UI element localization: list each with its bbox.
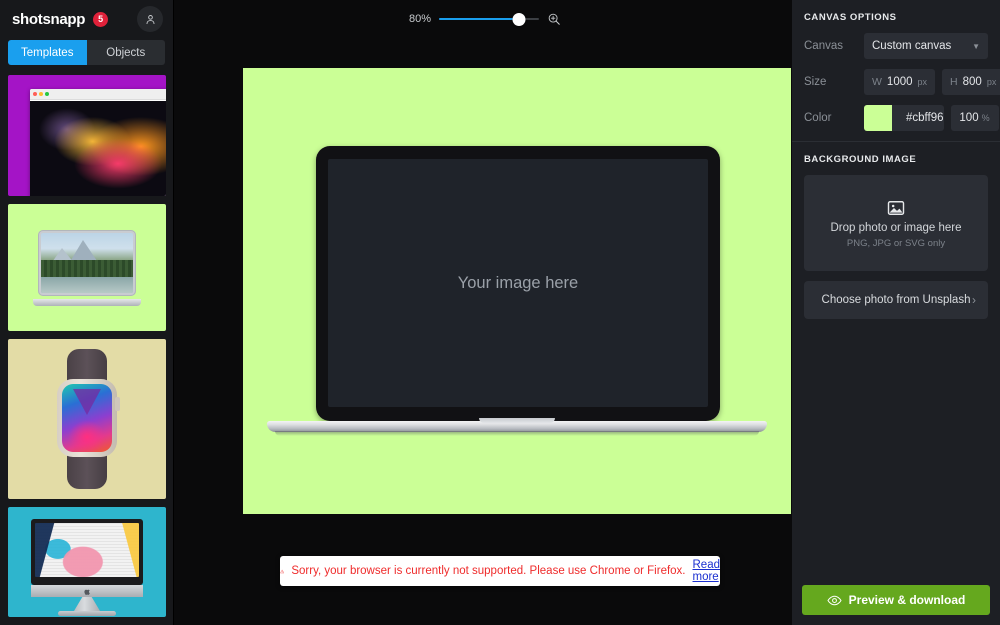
canvas-height-input[interactable]: H 800 px [942,69,1000,95]
download-bar: Preview & download [792,575,1000,625]
imac-chin [31,585,143,597]
zoom-slider-handle[interactable] [513,13,526,26]
macbook-base-shadow [275,431,759,436]
width-unit-label: px [918,77,928,87]
canvas-type-select[interactable]: Custom canvas ▼ [864,33,988,59]
template-item-imac-cyan-artwork[interactable] [8,507,166,617]
design-canvas[interactable]: Your image here [243,68,791,514]
canvas-type-value: Custom canvas [872,40,951,52]
opacity-value: 100 [959,112,978,124]
watch-screen-image [62,384,112,452]
user-icon [144,13,157,26]
imac-foot [58,611,116,616]
tab-templates[interactable]: Templates [8,40,87,65]
template-item-macbook-green-mountain[interactable] [8,204,166,331]
canvas-type-row: Canvas Custom canvas ▼ [792,33,1000,69]
color-fields: #cbff96 100 % [864,105,999,131]
dropzone-title: Drop photo or image here [830,222,961,234]
tab-objects[interactable]: Objects [87,40,166,65]
image-placeholder-icon [886,198,906,218]
lake-shape [41,277,133,293]
imac-thumbnail [31,519,143,605]
banner-message: Sorry, your browser is currently not sup… [291,565,685,577]
size-label: Size [804,76,856,88]
traffic-light-maximize-icon [45,92,49,96]
color-label: Color [804,112,856,124]
width-prefix-label: W [872,76,882,88]
macbook-mockup[interactable]: Your image here [267,146,767,436]
apple-logo-icon [84,587,91,596]
image-placeholder-label: Your image here [458,274,578,293]
canvas-size-row: Size W 1000 px H 800 px [792,69,1000,105]
template-item-apple-watch-khaki[interactable] [8,339,166,499]
canvas-opacity-input[interactable]: 100 % [951,105,999,131]
background-image-title: BACKGROUND IMAGE [792,142,1000,175]
warning-triangle-icon [280,565,284,578]
dropzone-subtitle: PNG, JPG or SVG only [847,238,945,249]
canvas-width-value: 1000 [887,76,913,88]
template-list [0,75,173,625]
traffic-light-close-icon [33,92,37,96]
zoom-slider-fill [439,18,519,20]
sidebar-header: shotsnapp 5 [0,0,173,38]
background-image-dropzone[interactable]: Drop photo or image here PNG, JPG or SVG… [804,175,988,271]
imac-stand [74,597,100,611]
download-button-label: Preview & download [849,593,966,607]
treeline-shape [41,260,133,277]
chevron-right-icon: › [972,293,976,307]
watch-digital-crown [115,397,120,411]
macbook-base [33,299,141,306]
color-hex-value: #cbff96 [897,112,944,124]
opacity-unit-label: % [982,113,990,123]
canvas-width-input[interactable]: W 1000 px [864,69,935,95]
height-prefix-label: H [950,76,958,88]
preview-download-button[interactable]: Preview & download [802,585,990,615]
canvas-color-input[interactable]: #cbff96 [864,105,944,131]
right-panel: CANVAS OPTIONS Canvas Custom canvas ▼ Si… [792,0,1000,625]
app-root: shotsnapp 5 Templates Objects [0,0,1000,625]
macbook-screen-area[interactable]: Your image here [328,159,708,407]
height-unit-label: px [987,77,997,87]
canvas-options-title: CANVAS OPTIONS [792,0,1000,33]
zoom-slider[interactable] [439,12,539,26]
chevron-down-icon: ▼ [972,42,980,51]
browser-content [30,101,166,196]
account-avatar-button[interactable] [137,6,163,32]
macbook-base-large [267,418,767,436]
choose-unsplash-photo-button[interactable]: Choose photo from Unsplash › [804,281,988,319]
browser-titlebar [30,89,166,100]
eye-icon [827,593,842,608]
traffic-light-minimize-icon [39,92,43,96]
macbook-thumbnail [33,230,141,306]
sidebar-tabs: Templates Objects [0,40,173,65]
banner-read-more-link[interactable]: Read more [693,559,721,583]
app-logo[interactable]: shotsnapp [12,11,85,28]
left-sidebar: shotsnapp 5 Templates Objects [0,0,174,625]
apple-watch-thumbnail [55,349,119,489]
canvas-label: Canvas [804,40,856,52]
imac-screen-image [35,523,139,577]
macbook-lid-large: Your image here [316,146,720,421]
size-fields: W 1000 px H 800 px [864,69,1000,95]
unsplash-button-label: Choose photo from Unsplash [822,294,971,306]
zoom-toolbar: 80% [174,0,792,38]
macbook-screen-image [41,233,133,293]
color-swatch[interactable] [864,105,892,131]
center-workspace: 80% Your image here [174,0,792,625]
zoom-percent-label: 80% [405,13,431,25]
macbook-lid [38,230,136,296]
template-item-browser-magenta-smoke[interactable] [8,75,166,196]
canvas-height-value: 800 [963,76,982,88]
browser-window-mock [30,89,166,196]
imac-bezel [31,519,143,585]
macbook-lid-notch [479,418,555,423]
watch-case [57,379,117,457]
magnifier-plus-icon[interactable] [547,12,561,26]
browser-support-banner: Sorry, your browser is currently not sup… [280,556,720,586]
logo-badge: 5 [93,12,108,27]
canvas-color-row: Color #cbff96 100 % [792,105,1000,141]
